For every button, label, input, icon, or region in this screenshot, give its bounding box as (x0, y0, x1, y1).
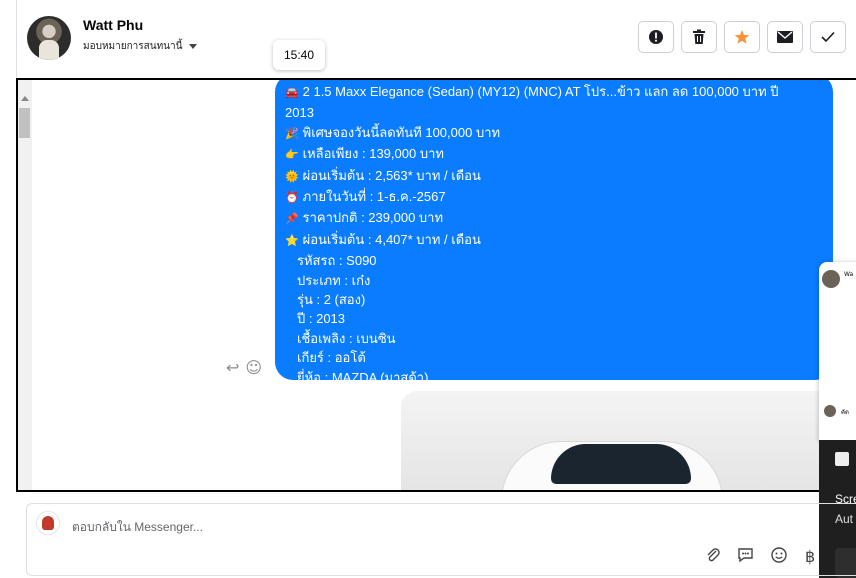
side-avatar (822, 270, 840, 288)
reply-input[interactable]: ตอบกลับใน Messenger... (72, 518, 203, 537)
paperclip-icon[interactable] (705, 547, 721, 567)
message-line: 🚘 2 1.5 Maxx Elegance (Sedan) (MY12) (MN… (285, 82, 823, 103)
contact-name[interactable]: Watt Phu (83, 17, 143, 33)
message-bubble: 🚘 2 1.5 Maxx Elegance (Sedan) (MY12) (MN… (275, 80, 833, 385)
car-emoji-icon: 🚘 (285, 87, 299, 99)
message-line: 2013 (285, 105, 314, 121)
scroll-thumb[interactable] (19, 108, 30, 138)
conversation-header: Watt Phu มอบหมายการสนทนานี้ (0, 0, 856, 78)
assign-conversation-dropdown[interactable]: มอบหมายการสนทนานี้ (83, 39, 198, 54)
car-windshield (551, 444, 691, 484)
delete-button[interactable] (681, 21, 717, 53)
caret-down-icon (189, 44, 198, 49)
side-reply-avatar (824, 405, 836, 417)
side-chat-window[interactable]: Wa คัด (819, 262, 856, 442)
emoji-reaction-icon[interactable]: ☺ (245, 358, 262, 377)
detail-line: ปี : 2013 (297, 311, 346, 327)
reply-composer[interactable]: ตอบกลับใน Messenger... ฿ (26, 503, 856, 576)
message-line: 📌 ราคาปกติ : 239,000 บาท (285, 208, 823, 229)
pin-emoji-icon: 📌 (285, 213, 299, 226)
side-reply-snippet: คัด (841, 409, 849, 416)
message-thread[interactable]: 🚘 2 1.5 Maxx Elegance (Sedan) (MY12) (MN… (16, 78, 856, 492)
pointing-emoji-icon: 👉 (285, 149, 299, 162)
star-icon (734, 30, 750, 44)
scrollbar[interactable] (18, 80, 32, 490)
detail-line: เชื้อเพลิง : เบนซิน (297, 330, 396, 346)
star-emoji-icon: ⭐ (285, 234, 299, 247)
message-line: 👉 เหลือเพียง : 139,000 บาท (285, 144, 823, 165)
message-line: 🌞 ผ่อนเริ่มต้น : 2,563* บาท / เดือน (285, 166, 823, 187)
baht-icon[interactable]: ฿ (805, 547, 815, 566)
sun-emoji-icon: 🌞 (285, 170, 299, 183)
side-name-snippet: Wa (844, 271, 854, 278)
trash-icon (693, 29, 705, 44)
detail-line: เกียร์ : ออโต้ (297, 350, 366, 366)
exclamation-circle-icon (649, 30, 663, 44)
spam-button[interactable] (638, 21, 674, 53)
page-avatar (36, 511, 60, 535)
mark-unread-button[interactable] (767, 21, 803, 53)
envelope-icon (777, 31, 793, 43)
saved-reply-icon[interactable] (737, 547, 754, 567)
emoji-icon[interactable] (771, 547, 787, 567)
reply-icon[interactable]: ↩ (226, 358, 239, 377)
alarm-emoji-icon: ⏰ (285, 192, 299, 205)
car-photo[interactable] (401, 391, 833, 490)
contact-avatar[interactable] (27, 16, 71, 60)
app-icon (835, 452, 849, 466)
star-button[interactable] (724, 21, 760, 53)
checkmark-icon (821, 31, 835, 43)
message-line: 🎉 พิเศษจองวันนี้ลดทันที 100,000 บาท (285, 123, 823, 144)
detail-line: รุ่น : 2 (สอง) (297, 292, 366, 308)
done-button[interactable] (810, 21, 846, 53)
party-emoji-icon: 🎉 (285, 127, 299, 140)
assign-label: มอบหมายการสนทนานี้ (83, 41, 183, 52)
detail-line: ประเภท : เก๋ง (297, 272, 371, 288)
message-actions: ↩ ☺ (226, 358, 262, 377)
detail-line: ยี่ห้อ : MAZDA (มาสด้า) (297, 369, 429, 385)
scroll-up-arrow-icon[interactable] (21, 96, 29, 101)
timestamp-tooltip: 15:40 (273, 40, 325, 70)
message-line: ⏰ ภายในวันที่ : 1-ธ.ค.-2567 (285, 187, 823, 208)
detail-line: รหัสรถ : S090 (297, 253, 377, 269)
message-line: ⭐ ผ่อนเริ่มต้น : 4,407* บาท / เดือน (285, 230, 823, 251)
